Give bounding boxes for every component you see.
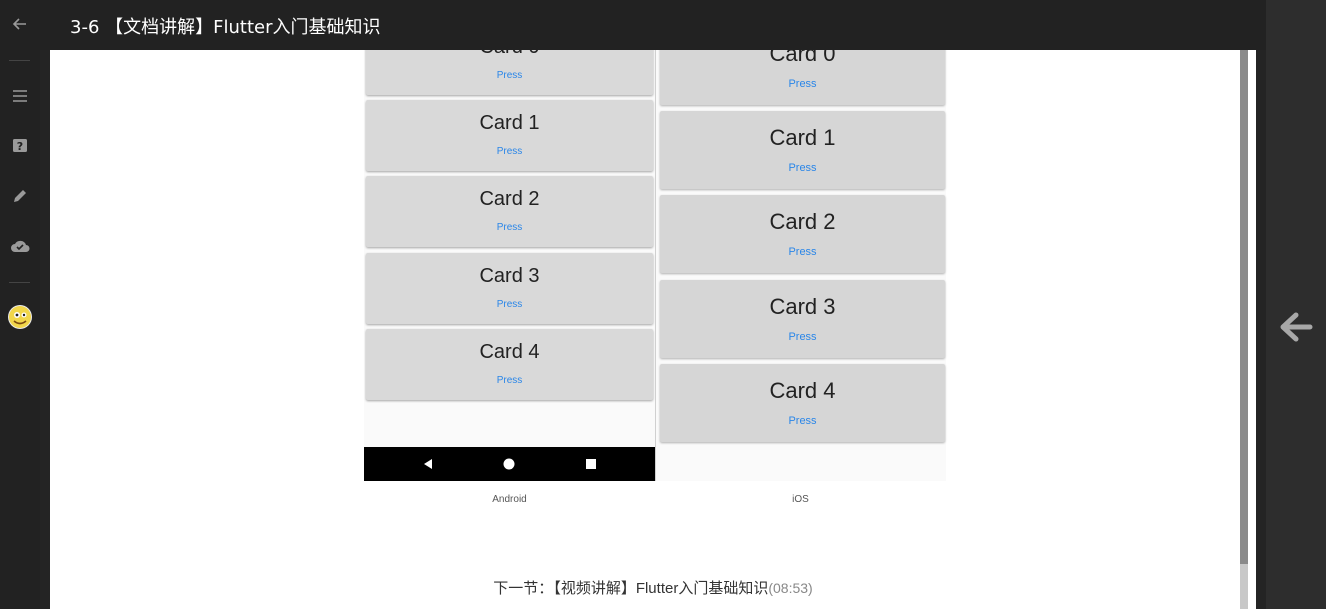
page-title: 3-6 【文档讲解】Flutter入门基础知识 <box>70 17 381 38</box>
card-press-button: Press <box>788 78 817 90</box>
card-title: Card 1 <box>479 112 540 134</box>
card-press-button: Press <box>496 70 523 81</box>
card-title: Card 0 <box>769 50 836 66</box>
android-caption: Android <box>492 494 527 505</box>
right-panel <box>1266 0 1326 609</box>
nav-home-icon <box>503 458 515 470</box>
svg-text:?: ? <box>17 140 23 153</box>
card: Card 3 Press <box>660 280 945 358</box>
card: Card 3 Press <box>366 253 653 324</box>
next-title: 【视频讲解】Flutter入门基础知识 <box>553 580 769 597</box>
card: Card 1 Press <box>366 100 653 171</box>
header-bar: 3-6 【文档讲解】Flutter入门基础知识 <box>40 0 1266 50</box>
android-nav-bar <box>364 447 655 481</box>
card-press-button: Press <box>788 162 817 174</box>
article-content[interactable]: Card 0 Press Card 1 Press Card 2 Press C… <box>50 50 1240 609</box>
card-press-button: Press <box>788 415 817 427</box>
left-rail: ? <box>0 0 40 609</box>
ios-caption: iOS <box>792 494 809 505</box>
rail-divider <box>9 60 30 61</box>
card-title: Card 4 <box>769 378 836 403</box>
card-title: Card 2 <box>479 188 540 210</box>
edit-icon[interactable] <box>0 188 40 204</box>
avatar[interactable] <box>8 305 32 329</box>
card: Card 4 Press <box>660 364 945 442</box>
expand-arrow-icon[interactable] <box>1278 309 1314 349</box>
ios-screenshot: Card 0 Press Card 1 Press Card 2 Press C… <box>655 50 946 481</box>
next-section-link[interactable]: 下一节：【视频讲解】Flutter入门基础知识(08:53) <box>50 577 1240 598</box>
menu-icon[interactable] <box>0 89 40 103</box>
card: Card 1 Press <box>660 111 945 189</box>
nav-recents-icon <box>586 459 596 469</box>
android-screenshot: Card 0 Press Card 1 Press Card 2 Press C… <box>364 50 655 481</box>
card-title: Card 4 <box>479 341 540 363</box>
card-press-button: Press <box>496 375 523 386</box>
help-icon[interactable]: ? <box>0 138 40 154</box>
card: Card 2 Press <box>366 176 653 247</box>
card-title: Card 3 <box>769 294 836 319</box>
card-title: Card 2 <box>769 209 836 234</box>
next-prefix: 下一节： <box>493 580 554 597</box>
scrollbar-thumb[interactable] <box>1240 564 1248 609</box>
nav-back-icon <box>424 459 432 469</box>
back-arrow-icon[interactable] <box>0 16 40 32</box>
card-press-button: Press <box>496 146 523 157</box>
card: Card 4 Press <box>366 329 653 400</box>
card-press-button: Press <box>788 246 817 258</box>
card-title: Card 3 <box>479 265 540 287</box>
card-press-button: Press <box>788 331 817 343</box>
card: Card 0 Press <box>660 50 945 105</box>
card-press-button: Press <box>496 299 523 310</box>
content-gutter <box>1248 50 1256 609</box>
card-press-button: Press <box>496 222 523 233</box>
card: Card 2 Press <box>660 195 945 273</box>
card: Card 0 Press <box>366 50 653 95</box>
next-duration: (08:53) <box>768 580 813 596</box>
cloud-check-icon[interactable] <box>0 238 40 254</box>
content-scrollbar[interactable] <box>1240 50 1248 609</box>
rail-divider <box>9 282 30 283</box>
card-title: Card 1 <box>769 125 836 150</box>
card-title: Card 0 <box>366 50 653 59</box>
